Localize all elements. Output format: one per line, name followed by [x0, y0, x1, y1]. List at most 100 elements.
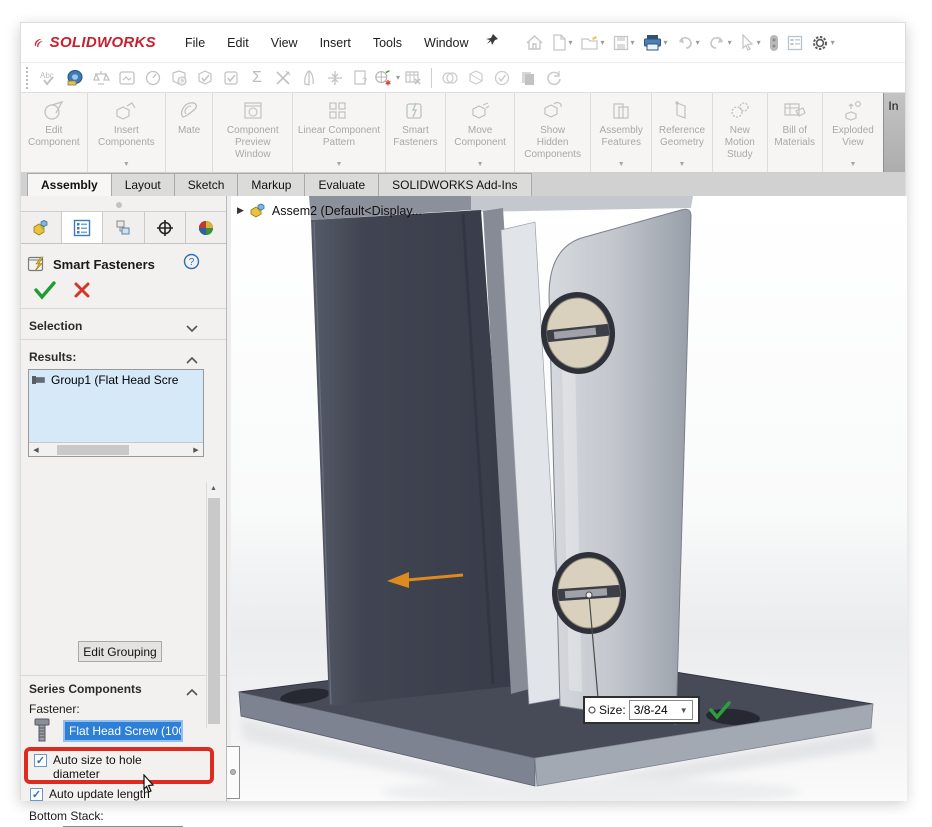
print-icon[interactable]: ▾: [640, 32, 671, 53]
tab-evaluate[interactable]: Evaluate: [304, 173, 379, 196]
tab-configuration-manager[interactable]: [103, 212, 144, 243]
options-pill-icon[interactable]: [766, 32, 782, 54]
check-circle-icon[interactable]: [489, 66, 515, 90]
show-hidden-components-button[interactable]: Show Hidden Components: [515, 93, 591, 172]
help-icon[interactable]: ?: [183, 253, 200, 275]
tab-markup[interactable]: Markup: [237, 173, 305, 196]
smart-fasteners-button[interactable]: Smart Fasteners: [386, 93, 447, 172]
home-icon[interactable]: [522, 32, 547, 53]
open-icon[interactable]: ▾: [578, 33, 608, 53]
menu-window[interactable]: Window: [413, 30, 479, 56]
performance-icon[interactable]: [140, 66, 166, 90]
toolbar-drag-handle[interactable]: [26, 67, 30, 89]
copy-icon[interactable]: [515, 66, 541, 90]
mass-properties-icon[interactable]: [88, 66, 114, 90]
cursor-dropdown[interactable]: ▾: [757, 38, 761, 47]
horizontal-scrollbar[interactable]: ◀ ▶: [29, 442, 203, 456]
gear-dropdown[interactable]: ▾: [831, 38, 835, 47]
component-preview-window-button[interactable]: Component Preview Window: [213, 93, 293, 172]
menu-insert[interactable]: Insert: [309, 30, 362, 56]
panel-splitter-handle[interactable]: [227, 746, 240, 799]
chevron-up-icon[interactable]: [186, 351, 198, 369]
insert-components-button[interactable]: Insert Components ▼: [88, 93, 166, 172]
spellcheck-icon[interactable]: Abc: [36, 66, 62, 90]
move-component-button[interactable]: Move Component ▼: [446, 93, 515, 172]
bill-of-materials-button[interactable]: Bill of Materials: [768, 93, 823, 172]
table-delete-icon[interactable]: [400, 66, 426, 90]
dropdown-arrow-icon[interactable]: ▼: [679, 161, 686, 168]
curvature-icon[interactable]: [296, 66, 322, 90]
edit-grouping-button[interactable]: Edit Grouping: [78, 641, 162, 662]
panel-resize-dot[interactable]: [116, 202, 122, 208]
dropdown-arrow-icon[interactable]: ▼: [477, 161, 484, 168]
pin-menu-icon[interactable]: [484, 32, 500, 53]
graphics-viewport[interactable]: ▶ Assem2 (Default<Display...: [231, 196, 907, 801]
redo-icon[interactable]: ▾: [705, 33, 735, 52]
menu-file[interactable]: File: [174, 30, 216, 56]
assembly-features-button[interactable]: Assembly Features ▼: [591, 93, 652, 172]
tab-dimxpert-manager[interactable]: [145, 212, 186, 243]
undo-icon[interactable]: ▾: [673, 33, 703, 52]
check-box-icon[interactable]: [192, 66, 218, 90]
auto-size-checkbox[interactable]: ✓: [34, 754, 47, 767]
results-list-item[interactable]: Group1 (Flat Head Scre: [29, 370, 203, 390]
save-icon[interactable]: ▾: [610, 33, 638, 53]
measure-icon[interactable]: [62, 66, 88, 90]
dropdown-arrow-icon[interactable]: ▼: [850, 161, 857, 168]
verify-box-icon[interactable]: [218, 66, 244, 90]
schedule-icon[interactable]: [166, 66, 192, 90]
vertical-scrollbar[interactable]: ▲: [206, 482, 220, 728]
feature-tree-item[interactable]: ▶ Assem2 (Default<Display...: [237, 203, 422, 218]
menu-view[interactable]: View: [260, 30, 309, 56]
scroll-thumb[interactable]: [208, 498, 220, 724]
edit-component-button[interactable]: Edit Component: [21, 93, 88, 172]
scroll-thumb[interactable]: [57, 445, 129, 455]
linear-component-pattern-button[interactable]: Linear Component Pattern ▼: [293, 93, 385, 172]
chevron-down-icon[interactable]: [186, 320, 198, 338]
mate-button[interactable]: Mate: [166, 93, 213, 172]
dropdown-arrow-icon[interactable]: ▼: [336, 161, 343, 168]
results-listbox[interactable]: Group1 (Flat Head Scre ◀ ▶: [28, 369, 204, 457]
results-section-header[interactable]: Results:: [29, 350, 76, 364]
tab-layout[interactable]: Layout: [111, 173, 175, 196]
tab-sketch[interactable]: Sketch: [174, 173, 239, 196]
scroll-right-icon[interactable]: ▶: [189, 446, 203, 454]
truncated-panel-edge[interactable]: In: [883, 93, 905, 172]
tree-expand-icon[interactable]: ▶: [237, 205, 244, 216]
scroll-left-icon[interactable]: ◀: [29, 446, 43, 454]
series-components-header[interactable]: Series Components: [29, 682, 142, 696]
new-doc-dropdown[interactable]: ▾: [569, 38, 573, 47]
chevron-up-icon[interactable]: [186, 683, 198, 701]
exploded-view-button[interactable]: Exploded View ▼: [823, 93, 884, 172]
properties-list-icon[interactable]: [784, 33, 806, 53]
callout-ok-check-icon[interactable]: [708, 700, 732, 720]
callout-size-dropdown[interactable]: 3/8-24 ▼: [629, 700, 693, 720]
section-view-icon[interactable]: ✱▾: [374, 66, 400, 90]
new-doc-icon[interactable]: ▾: [549, 32, 576, 53]
fastener-value-field[interactable]: Flat Head Screw (100): [63, 720, 183, 742]
interference-icon[interactable]: [437, 66, 463, 90]
ok-check-icon[interactable]: [33, 280, 57, 300]
3d-model[interactable]: [231, 196, 907, 801]
cancel-x-icon[interactable]: [73, 281, 91, 299]
tab-solidworks-addins[interactable]: SOLIDWORKS Add-Ins: [378, 173, 531, 196]
select-cursor-icon[interactable]: ▾: [737, 32, 764, 53]
tab-feature-manager[interactable]: [21, 212, 62, 243]
trim-icon[interactable]: [270, 66, 296, 90]
print-dropdown[interactable]: ▾: [664, 38, 668, 47]
clearance-icon[interactable]: [463, 66, 489, 90]
reload-icon[interactable]: [541, 66, 567, 90]
image-icon[interactable]: [114, 66, 140, 90]
scroll-up-icon[interactable]: ▲: [207, 482, 220, 492]
redo-dropdown[interactable]: ▾: [728, 38, 732, 47]
tab-display-manager[interactable]: [186, 212, 226, 243]
menu-tools[interactable]: Tools: [362, 30, 413, 56]
dropdown-arrow-icon[interactable]: ▼: [618, 161, 625, 168]
menu-edit[interactable]: Edit: [216, 30, 260, 56]
open-dropdown[interactable]: ▾: [601, 38, 605, 47]
compress-icon[interactable]: [322, 66, 348, 90]
gear-icon[interactable]: ▾: [808, 32, 838, 54]
tab-assembly[interactable]: Assembly: [27, 173, 112, 196]
dropdown-arrow-icon[interactable]: ▼: [123, 161, 130, 168]
reference-geometry-button[interactable]: Reference Geometry ▼: [652, 93, 713, 172]
